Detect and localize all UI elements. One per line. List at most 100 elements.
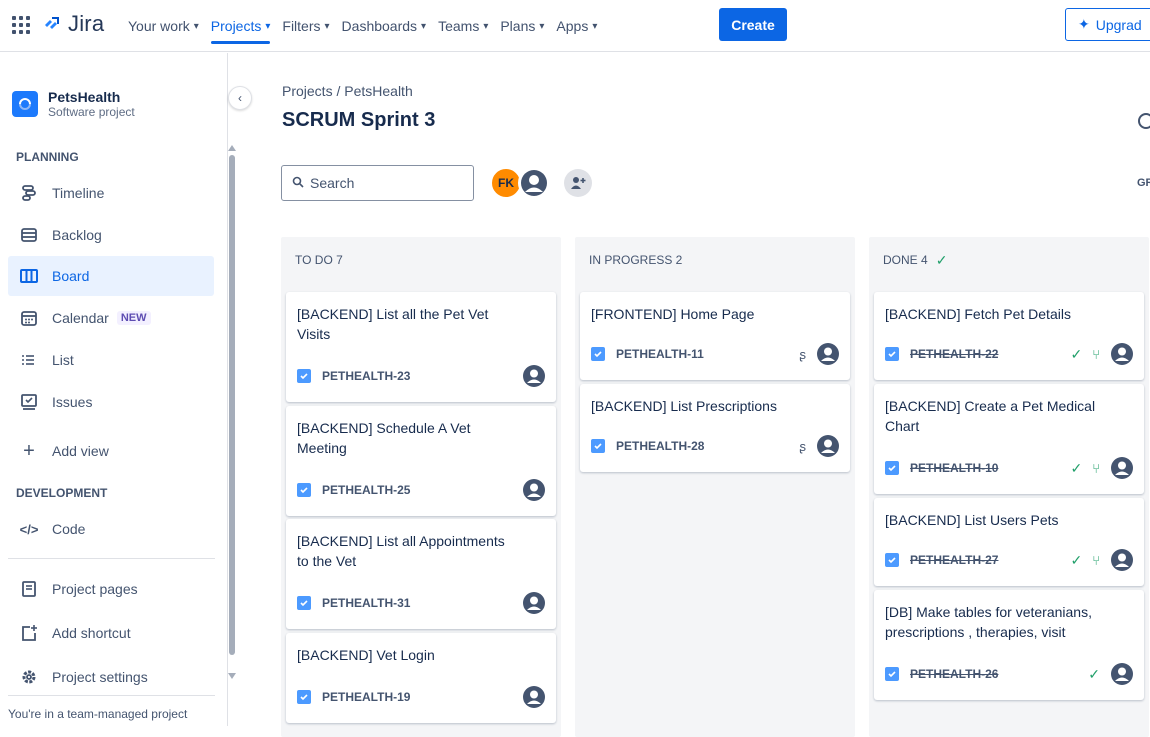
sidebar-item-label: List: [52, 352, 74, 368]
nav-your-work-label: Your work: [128, 18, 190, 34]
nav-plans[interactable]: Plans ▾: [494, 0, 550, 52]
sidebar-item-backlog[interactable]: Backlog: [8, 215, 214, 255]
nav-your-work[interactable]: Your work ▾: [122, 0, 205, 52]
assignee-avatar-icon[interactable]: [1110, 548, 1134, 572]
sidebar-item-label: Add view: [52, 443, 109, 459]
add-shortcut-icon: [20, 624, 38, 642]
sidebar-item-label: Backlog: [52, 227, 102, 243]
sidebar-item-code[interactable]: </> Code: [8, 509, 214, 549]
task-type-icon: [297, 690, 311, 704]
assignee-avatar-icon[interactable]: [816, 342, 840, 366]
breadcrumb[interactable]: Projects / PetsHealth: [282, 83, 413, 99]
sidebar-item-issues[interactable]: Issues: [8, 382, 214, 422]
nav-apps[interactable]: Apps ▾: [550, 0, 603, 52]
column-header: DONE 4 ✓: [869, 237, 1149, 283]
create-button[interactable]: Create: [719, 8, 787, 41]
issue-card[interactable]: [DB] Make tables for veteranians, prescr…: [874, 590, 1144, 700]
sidebar-item-timeline[interactable]: Timeline: [8, 173, 214, 213]
new-badge: NEW: [116, 311, 151, 325]
column-header: TO DO 7: [281, 237, 561, 283]
sparkle-icon: ✦: [1078, 16, 1090, 32]
issue-key[interactable]: PETHEALTH-23: [322, 369, 410, 383]
assignee-avatar-icon[interactable]: [522, 591, 546, 615]
card-title: [BACKEND] List all Appointments to the V…: [297, 533, 505, 569]
issue-key[interactable]: PETHEALTH-22: [910, 347, 998, 361]
avatar-user[interactable]: [518, 167, 550, 199]
board-icon: [20, 267, 38, 285]
project-header[interactable]: PetsHealth Software project: [12, 89, 135, 119]
sidebar-item-add-view[interactable]: + Add view: [8, 431, 214, 471]
checkmark-icon: ✓: [935, 251, 948, 268]
issue-key[interactable]: PETHEALTH-27: [910, 553, 998, 567]
task-type-icon: [885, 461, 899, 475]
issue-card[interactable]: [BACKEND] Fetch Pet Details PETHEALTH-22…: [874, 292, 1144, 380]
add-people-button[interactable]: [564, 169, 592, 197]
scroll-thumb[interactable]: [229, 155, 235, 655]
app-switcher-icon[interactable]: [12, 16, 30, 34]
upgrade-button[interactable]: ✦ Upgrad: [1065, 8, 1150, 41]
issue-card[interactable]: [BACKEND] List all Appointments to the V…: [286, 519, 556, 629]
assignee-avatar-icon[interactable]: [1110, 342, 1134, 366]
issue-key[interactable]: PETHEALTH-28: [616, 439, 704, 453]
nav-dashboards[interactable]: Dashboards ▾: [336, 0, 433, 52]
group-by-label[interactable]: GR: [1137, 177, 1150, 189]
timeline-icon: [20, 184, 38, 202]
issue-key[interactable]: PETHEALTH-19: [322, 690, 410, 704]
issue-key[interactable]: PETHEALTH-26: [910, 667, 998, 681]
card-title: [BACKEND] Schedule A Vet Meeting: [297, 420, 471, 456]
scroll-down-icon[interactable]: [228, 673, 236, 679]
sidebar-item-label: Project pages: [52, 581, 138, 597]
merged-branch-icon: ⑂: [1092, 460, 1100, 476]
task-type-icon: [885, 553, 899, 567]
page-title: SCRUM Sprint 3: [282, 109, 436, 131]
nav-projects[interactable]: Projects ▾: [205, 0, 277, 52]
sidebar-item-project-settings[interactable]: Project settings: [8, 657, 214, 697]
nav-filters[interactable]: Filters ▾: [276, 0, 335, 52]
project-sidebar: PetsHealth Software project PLANNING Tim…: [0, 53, 228, 726]
top-nav: Your work ▾ Projects ▾ Filters ▾ Dashboards…: [122, 0, 603, 52]
jira-logo[interactable]: Jira: [42, 11, 104, 36]
sidebar-item-label: Add shortcut: [52, 625, 131, 641]
issue-card[interactable]: [BACKEND] Create a Pet Medical Chart PET…: [874, 384, 1144, 494]
card-title: [BACKEND] Create a Pet Medical Chart: [885, 398, 1096, 434]
assignee-avatar-icon[interactable]: [816, 434, 840, 458]
search-input[interactable]: Search: [281, 165, 474, 201]
issue-key[interactable]: PETHEALTH-11: [616, 347, 704, 361]
issue-key[interactable]: PETHEALTH-25: [322, 483, 410, 497]
issue-card[interactable]: [FRONTEND] Home Page PETHEALTH-11 ʂ: [580, 292, 850, 380]
assignee-avatar-icon[interactable]: [1110, 456, 1134, 480]
chevron-down-icon: ▾: [421, 20, 427, 32]
card-title: [DB] Make tables for veteranians, prescr…: [885, 604, 1092, 640]
column-todo: TO DO 7 [BACKEND] List all the Pet Vet V…: [281, 237, 561, 737]
assignee-avatar-icon[interactable]: [1110, 662, 1134, 686]
done-check-icon: ✓: [1088, 665, 1100, 682]
project-avatar-icon: [12, 91, 38, 117]
issue-card[interactable]: [BACKEND] List Prescriptions PETHEALTH-2…: [580, 384, 850, 472]
clock-icon[interactable]: [1138, 113, 1150, 129]
branch-icon: ʂ: [799, 438, 807, 454]
issue-key[interactable]: PETHEALTH-31: [322, 596, 410, 610]
sidebar-item-list[interactable]: List: [8, 340, 214, 380]
issue-card[interactable]: [BACKEND] List all the Pet Vet Visits PE…: [286, 292, 556, 402]
team-managed-note: You're in a team-managed project: [8, 707, 188, 721]
issue-card[interactable]: [BACKEND] Vet Login PETHEALTH-19: [286, 633, 556, 723]
assignee-avatar-icon[interactable]: [522, 685, 546, 709]
task-type-icon: [885, 667, 899, 681]
scroll-up-icon[interactable]: [228, 145, 236, 151]
issue-card[interactable]: [BACKEND] Schedule A Vet Meeting PETHEAL…: [286, 406, 556, 516]
issue-card[interactable]: [BACKEND] List Users Pets PETHEALTH-27 ✓…: [874, 498, 1144, 586]
column-title: DONE 4: [883, 253, 928, 267]
sidebar-item-calendar[interactable]: Calendar NEW: [8, 298, 214, 338]
sidebar-item-board[interactable]: Board: [8, 256, 214, 296]
issue-key[interactable]: PETHEALTH-10: [910, 461, 998, 475]
sidebar-item-project-pages[interactable]: Project pages: [8, 569, 214, 609]
card-title: [BACKEND] Vet Login: [297, 647, 435, 663]
assignee-avatar-icon[interactable]: [522, 478, 546, 502]
sidebar-scrollbar[interactable]: [228, 145, 236, 679]
column-done: DONE 4 ✓ [BACKEND] Fetch Pet Details PETH…: [869, 237, 1149, 737]
assignee-avatar-icon[interactable]: [522, 364, 546, 388]
sidebar-item-add-shortcut[interactable]: Add shortcut: [8, 613, 214, 653]
backlog-icon: [20, 226, 38, 244]
sidebar-item-label: Calendar: [52, 310, 109, 326]
nav-teams[interactable]: Teams ▾: [432, 0, 494, 52]
